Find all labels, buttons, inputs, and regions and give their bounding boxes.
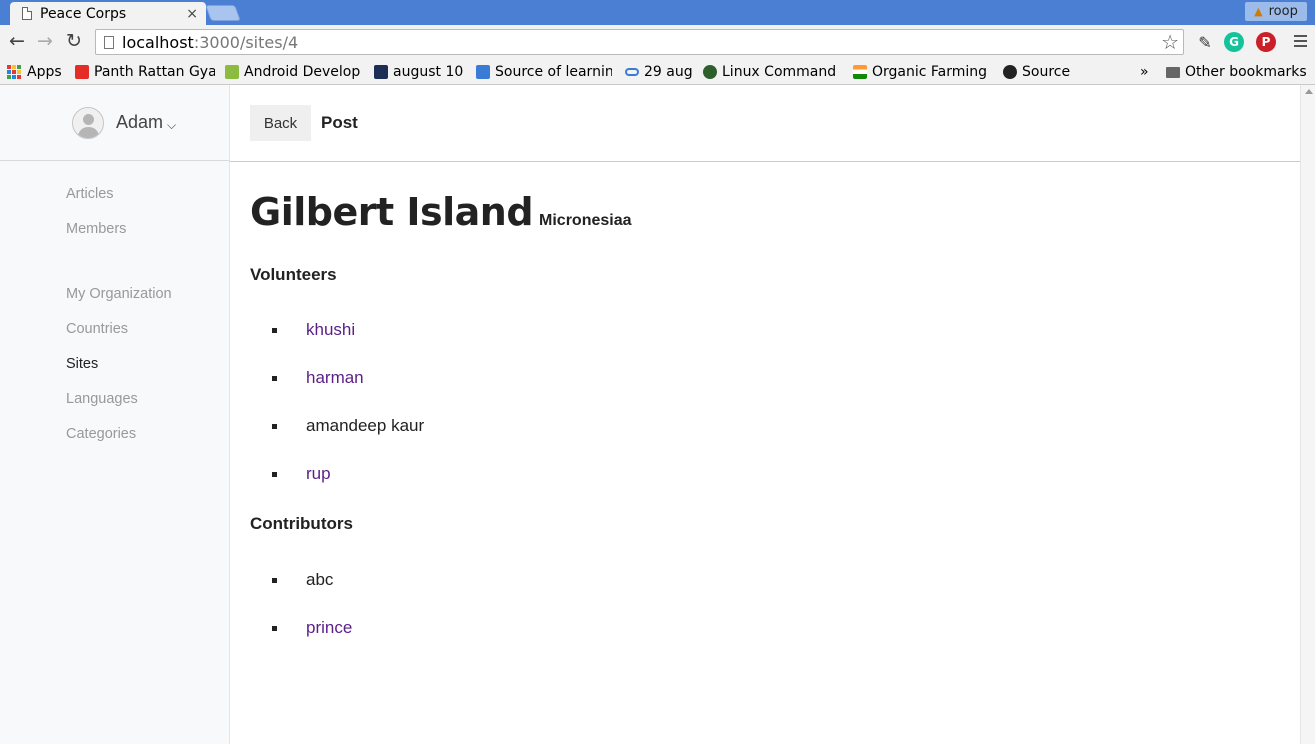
- contributor-name: abc: [306, 570, 334, 589]
- sidebar-item-countries[interactable]: Countries: [66, 321, 128, 337]
- bookmark-item[interactable]: Panth Rattan Gya: [75, 62, 215, 82]
- url-host: localhost: [122, 32, 194, 52]
- list-item: prince: [272, 616, 352, 640]
- browser-toolbar: ← → ↻ localhost :3000/sites/4 ☆ ✎ G P: [0, 25, 1315, 59]
- site-name: Gilbert Island: [250, 190, 534, 234]
- page-icon: [22, 7, 32, 20]
- browser-tab-strip: Peace Corps × ▲ roop: [0, 0, 1315, 25]
- link-icon: [625, 68, 639, 76]
- sidebar-item-languages[interactable]: Languages: [66, 391, 138, 407]
- scroll-up-arrow-icon[interactable]: [1305, 89, 1313, 94]
- bookmark-apps[interactable]: Apps: [7, 62, 62, 82]
- other-bookmarks-folder[interactable]: Other bookmarks: [1166, 62, 1307, 82]
- bullet: [272, 327, 277, 333]
- reload-icon[interactable]: ↻: [63, 30, 85, 52]
- list-item: amandeep kaur: [272, 414, 424, 438]
- volunteer-link[interactable]: khushi: [306, 320, 355, 340]
- bookmark-item[interactable]: 29 aug: [625, 62, 693, 82]
- bookmark-item[interactable]: Source of learnin: [476, 62, 612, 82]
- page: Adam ⌵ Articles Members My Organization …: [0, 85, 1300, 744]
- bullet: [272, 471, 277, 477]
- eyedropper-extension-icon[interactable]: ✎: [1195, 32, 1215, 52]
- back-arrow-icon[interactable]: ←: [6, 30, 28, 52]
- list-item: rup: [272, 462, 331, 486]
- tab-title: Peace Corps: [40, 5, 127, 22]
- bullet: [272, 625, 277, 631]
- volunteer-name: amandeep kaur: [306, 416, 425, 435]
- folder-icon: [1166, 66, 1180, 78]
- user-menu[interactable]: Adam ⌵: [0, 85, 230, 161]
- header-title: Post: [321, 113, 358, 132]
- bookmarks-bar: Apps Panth Rattan Gya Android Develop au…: [0, 59, 1315, 85]
- browser-tab[interactable]: Peace Corps ×: [10, 2, 206, 25]
- android-icon: [225, 65, 239, 79]
- browser-menu-icon[interactable]: [1294, 35, 1307, 47]
- list-item: abc: [272, 568, 333, 592]
- pinterest-extension-icon[interactable]: P: [1256, 32, 1276, 52]
- bookmark-item[interactable]: Organic Farming: [853, 62, 991, 82]
- india-flag-icon: [853, 65, 867, 79]
- contributor-link[interactable]: prince: [306, 618, 352, 638]
- page-title: Gilbert Island Micronesiaa: [250, 190, 632, 234]
- bookmarks-overflow-button[interactable]: »: [1140, 62, 1149, 82]
- sidebar-item-members[interactable]: Members: [66, 221, 126, 237]
- sidebar: Adam ⌵ Articles Members My Organization …: [0, 85, 230, 744]
- page-icon: [104, 35, 114, 49]
- sidebar-item-articles[interactable]: Articles: [66, 186, 114, 202]
- back-button[interactable]: Back: [250, 105, 311, 141]
- list-item: khushi: [272, 318, 355, 342]
- url-path: :3000/sites/4: [193, 32, 299, 52]
- page-header: Back Post: [230, 85, 1300, 162]
- grammarly-extension-icon[interactable]: G: [1224, 32, 1244, 52]
- bookmark-item[interactable]: Android Develop: [225, 62, 363, 82]
- bullet: [272, 375, 277, 381]
- volunteer-link[interactable]: harman: [306, 368, 364, 388]
- sidebar-item-my-organization[interactable]: My Organization: [66, 286, 172, 302]
- volunteer-link[interactable]: rup: [306, 464, 331, 484]
- sidebar-item-categories[interactable]: Categories: [66, 426, 136, 442]
- user-name: Adam: [116, 112, 164, 132]
- forward-arrow-icon[interactable]: →: [34, 30, 56, 52]
- avatar: [72, 106, 104, 139]
- profile-name: roop: [1268, 4, 1298, 19]
- new-tab-button[interactable]: [205, 5, 241, 21]
- list-item: harman: [272, 366, 364, 390]
- d-icon: [476, 65, 490, 79]
- bookmark-star-icon[interactable]: ☆: [1161, 30, 1179, 54]
- volunteers-heading: Volunteers: [250, 265, 337, 284]
- bullet: [272, 423, 277, 429]
- chevron-down-icon: ⌵: [167, 118, 177, 132]
- sidebar-item-sites[interactable]: Sites: [66, 356, 98, 372]
- page-scrollbar[interactable]: [1300, 85, 1315, 744]
- qut-icon: [374, 65, 388, 79]
- address-bar[interactable]: localhost :3000/sites/4 ☆: [95, 29, 1184, 55]
- bookmark-item[interactable]: august 10: [374, 62, 466, 82]
- warning-icon: ▲: [1254, 5, 1263, 18]
- github-icon: [1003, 65, 1017, 79]
- close-tab-icon[interactable]: ×: [186, 6, 198, 22]
- contributors-heading: Contributors: [250, 514, 353, 533]
- bookmark-item[interactable]: Source: [1003, 62, 1075, 82]
- bookmark-item[interactable]: Linux Command: [703, 62, 841, 82]
- globe-icon: [703, 65, 717, 79]
- apps-grid-icon: [7, 65, 21, 79]
- youtube-icon: [75, 65, 89, 79]
- site-country: Micronesiaa: [539, 212, 632, 229]
- bullet: [272, 577, 277, 583]
- profile-button[interactable]: ▲ roop: [1245, 2, 1307, 21]
